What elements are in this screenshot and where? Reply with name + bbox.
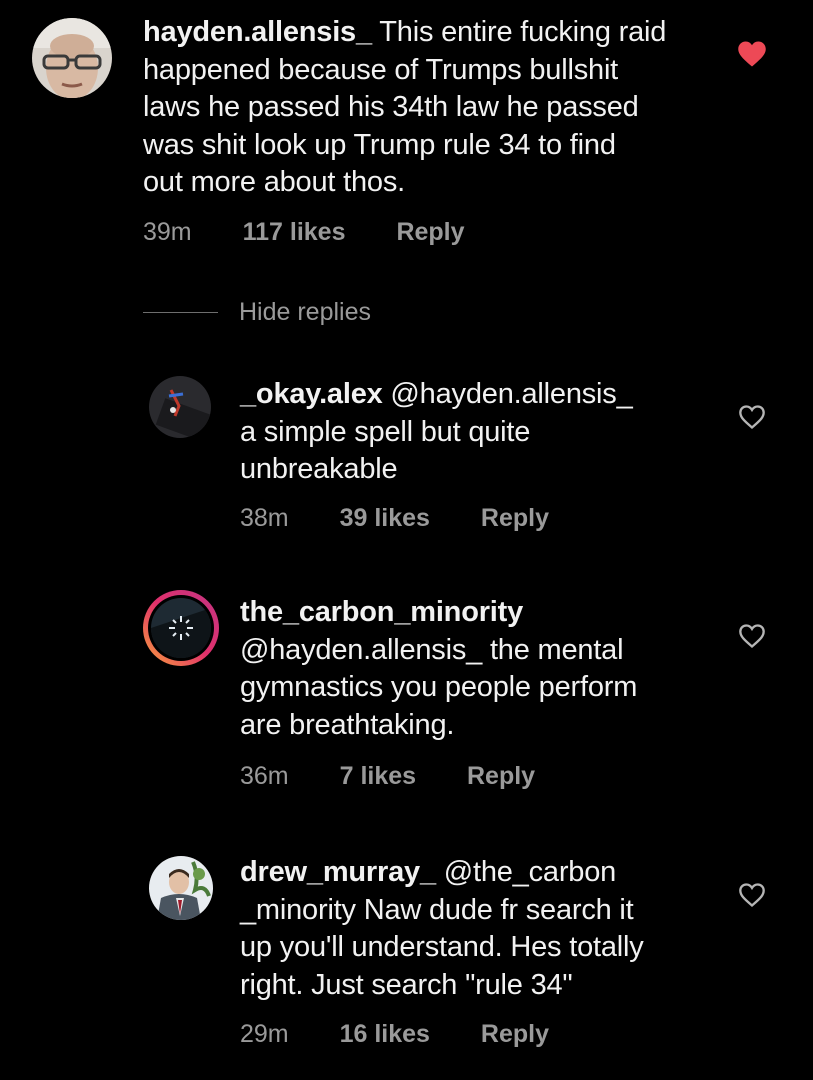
comment-line: are breathtaking. bbox=[240, 708, 455, 741]
comment-meta: 39m 117 likes Reply bbox=[143, 218, 465, 247]
comment-line: @hayden.allensis_ the mental bbox=[240, 633, 624, 666]
comment-line: right. Just search "rule 34" bbox=[240, 968, 573, 1001]
timestamp: 38m bbox=[240, 504, 289, 532]
username-link[interactable]: hayden.allensis_ bbox=[143, 16, 372, 48]
reply-button[interactable]: Reply bbox=[481, 504, 549, 533]
comment-meta: 36m 7 likes Reply bbox=[240, 762, 535, 791]
comment-line: out more about thos. bbox=[143, 166, 405, 198]
likes-count[interactable]: 7 likes bbox=[340, 762, 416, 791]
mention-text[interactable]: @the_carbon bbox=[436, 856, 617, 888]
comment-line: hayden.allensis_ This entire fucking rai… bbox=[143, 14, 733, 52]
avatar[interactable] bbox=[149, 856, 213, 920]
avatar-story-ring[interactable] bbox=[143, 590, 219, 666]
username-link[interactable]: _okay.alex bbox=[240, 378, 383, 410]
username-link[interactable]: the_carbon_minority bbox=[240, 596, 523, 628]
comment-text: hayden.allensis_ This entire fucking rai… bbox=[143, 14, 733, 202]
comment-line: the_carbon_minority bbox=[240, 594, 720, 632]
comment-line-text: This entire fucking raid bbox=[371, 16, 667, 48]
comment-line: drew_murray_ @the_carbon bbox=[240, 854, 720, 892]
comment-line: laws he passed his 34th law he passed bbox=[143, 91, 639, 123]
comment-line: _minority Naw dude fr search it bbox=[240, 893, 634, 926]
avatar bbox=[148, 595, 214, 661]
timestamp: 29m bbox=[240, 1020, 289, 1048]
comment-line: _okay.alex @hayden.allensis_ bbox=[240, 376, 720, 414]
hide-replies-button[interactable]: Hide replies bbox=[143, 296, 371, 328]
mention-text[interactable]: @hayden.allensis_ bbox=[383, 378, 632, 410]
user-photo-icon bbox=[32, 18, 112, 98]
likes-count[interactable]: 117 likes bbox=[243, 218, 346, 247]
hide-replies-label: Hide replies bbox=[239, 297, 372, 326]
comment-meta: 29m 16 likes Reply bbox=[240, 1020, 549, 1049]
comment-hayden: hayden.allensis_ This entire fucking rai… bbox=[0, 0, 813, 260]
likes-count[interactable]: 39 likes bbox=[340, 504, 430, 533]
comment-line: was shit look up Trump rule 34 to find bbox=[143, 128, 616, 161]
heart-outline-icon[interactable] bbox=[738, 882, 766, 908]
avatar[interactable] bbox=[149, 376, 211, 438]
reply-carbon-minority: the_carbon_minority @hayden.allensis_ th… bbox=[0, 580, 813, 810]
comment-line: up you'll understand. Hes totally bbox=[240, 931, 644, 963]
timestamp: 39m bbox=[143, 218, 192, 246]
reply-button[interactable]: Reply bbox=[467, 762, 535, 791]
timestamp: 36m bbox=[240, 762, 289, 790]
comment-text: _okay.alex @hayden.allensis_ a simple sp… bbox=[240, 376, 720, 489]
reply-okay-alex: _okay.alex @hayden.allensis_ a simple sp… bbox=[0, 360, 813, 550]
comment-line: happened because of Trumps bullshit bbox=[143, 53, 619, 86]
user-photo-icon bbox=[149, 376, 211, 438]
user-photo-icon bbox=[149, 856, 213, 920]
reply-button[interactable]: Reply bbox=[396, 218, 464, 247]
user-photo-icon bbox=[151, 598, 211, 658]
likes-count[interactable]: 16 likes bbox=[340, 1020, 430, 1049]
comment-text: drew_murray_ @the_carbon _minority Naw d… bbox=[240, 854, 720, 1004]
reply-button[interactable]: Reply bbox=[481, 1020, 549, 1049]
comment-meta: 38m 39 likes Reply bbox=[240, 504, 549, 533]
heart-outline-icon[interactable] bbox=[738, 404, 766, 430]
reply-drew-murray: drew_murray_ @the_carbon _minority Naw d… bbox=[0, 840, 813, 1070]
comment-line: a simple spell but quite bbox=[240, 415, 531, 448]
comment-line: gymnastics you people perform bbox=[240, 671, 638, 703]
heart-outline-icon[interactable] bbox=[738, 623, 766, 649]
heart-filled-icon[interactable] bbox=[737, 40, 767, 68]
divider bbox=[143, 311, 218, 313]
avatar[interactable] bbox=[32, 18, 112, 98]
comment-line: unbreakable bbox=[240, 453, 398, 485]
username-link[interactable]: drew_murray_ bbox=[240, 856, 436, 888]
comment-text: the_carbon_minority @hayden.allensis_ th… bbox=[240, 594, 720, 744]
